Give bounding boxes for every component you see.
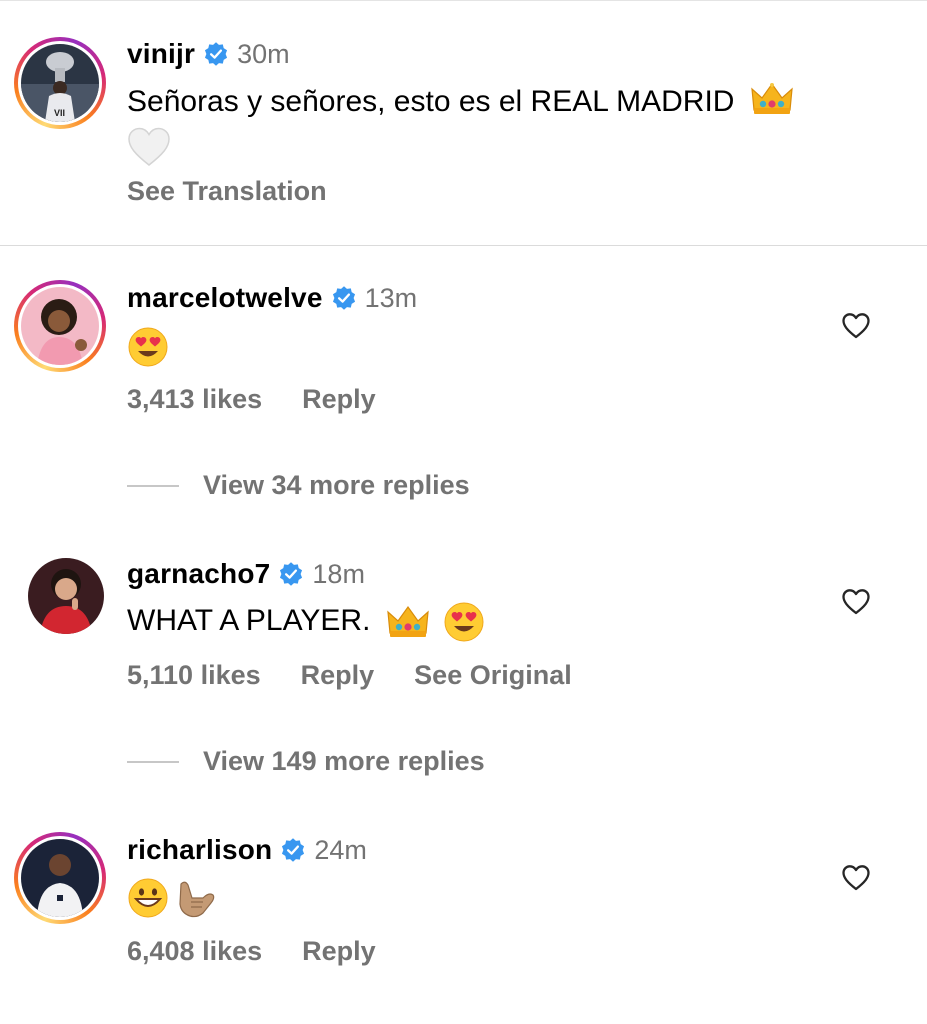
likes-count[interactable]: 5,110 likes [127,660,261,691]
comment-text: WHAT A PLAYER. [127,604,371,637]
top-divider [0,0,927,1]
avatar-vinijr[interactable]: VII [14,37,106,129]
avatar-image: VII [21,44,99,122]
username-vinijr[interactable]: vinijr [127,38,195,70]
heart-outline-icon[interactable] [841,587,871,617]
comment-time: 24m [314,834,367,865]
svg-text:VII: VII [54,108,65,118]
avatar-image [28,558,104,634]
comment-header: marcelotwelve 13m [127,278,417,318]
reply-button[interactable]: Reply [301,660,375,691]
likes-count[interactable]: 3,413 likes [127,384,262,415]
heart-eyes-emoji [444,602,484,642]
reply-button[interactable]: Reply [302,384,376,415]
comment-text-block: WHAT A PLAYER. [127,599,485,643]
username-richarlison[interactable]: richarlison [127,834,272,866]
comment-text [127,876,219,920]
comment-header: richarlison 24m [127,830,367,870]
white-heart-emoji [128,127,170,167]
comment-header: garnacho7 18m [127,554,365,594]
caption-text: Señoras y señores, esto es el REAL MADRI… [127,85,735,118]
username-marcelotwelve[interactable]: marcelotwelve [127,282,323,314]
comment-meta: 5,110 likes Reply See Original [127,660,612,691]
comment-time: 13m [364,282,418,313]
call-me-hand-emoji [179,881,215,918]
reply-thread-line [127,484,179,487]
caption-divider [0,245,927,246]
comment-meta: 6,408 likes Reply [127,936,416,967]
verified-badge-icon [332,286,355,310]
verified-badge-icon [205,42,228,66]
comment-text [127,326,169,373]
avatar-garnacho7[interactable] [28,558,104,639]
avatar-image [21,839,99,917]
reply-button[interactable]: Reply [302,936,376,967]
see-original-link[interactable]: See Original [414,660,572,691]
verified-badge-icon [282,838,305,862]
username-garnacho7[interactable]: garnacho7 [127,558,270,590]
comment-meta: 3,413 likes Reply [127,384,416,415]
view-more-replies-button[interactable]: View 149 more replies [127,746,485,777]
view-more-replies-button[interactable]: View 34 more replies [127,470,470,501]
grinning-face-emoji [128,878,168,918]
crown-emoji [751,83,793,115]
caption-header: vinijr 30m [127,34,290,74]
view-more-replies-label: View 149 more replies [203,746,485,776]
avatar-image [21,287,99,365]
heart-eyes-emoji [128,327,168,367]
see-translation-link[interactable]: See Translation [127,176,327,207]
heart-outline-icon[interactable] [841,311,871,341]
caption-text-block: Señoras y señores, esto es el REAL MADRI… [127,80,887,168]
crown-emoji [387,606,429,638]
avatar-richarlison[interactable] [14,832,106,924]
caption-time: 30m [237,38,290,69]
reply-thread-line [127,760,179,763]
heart-outline-icon[interactable] [841,863,871,893]
view-more-replies-label: View 34 more replies [203,470,470,500]
verified-badge-icon [280,562,303,586]
likes-count[interactable]: 6,408 likes [127,936,262,967]
comment-time: 18m [312,558,365,589]
avatar-marcelotwelve[interactable] [14,280,106,372]
